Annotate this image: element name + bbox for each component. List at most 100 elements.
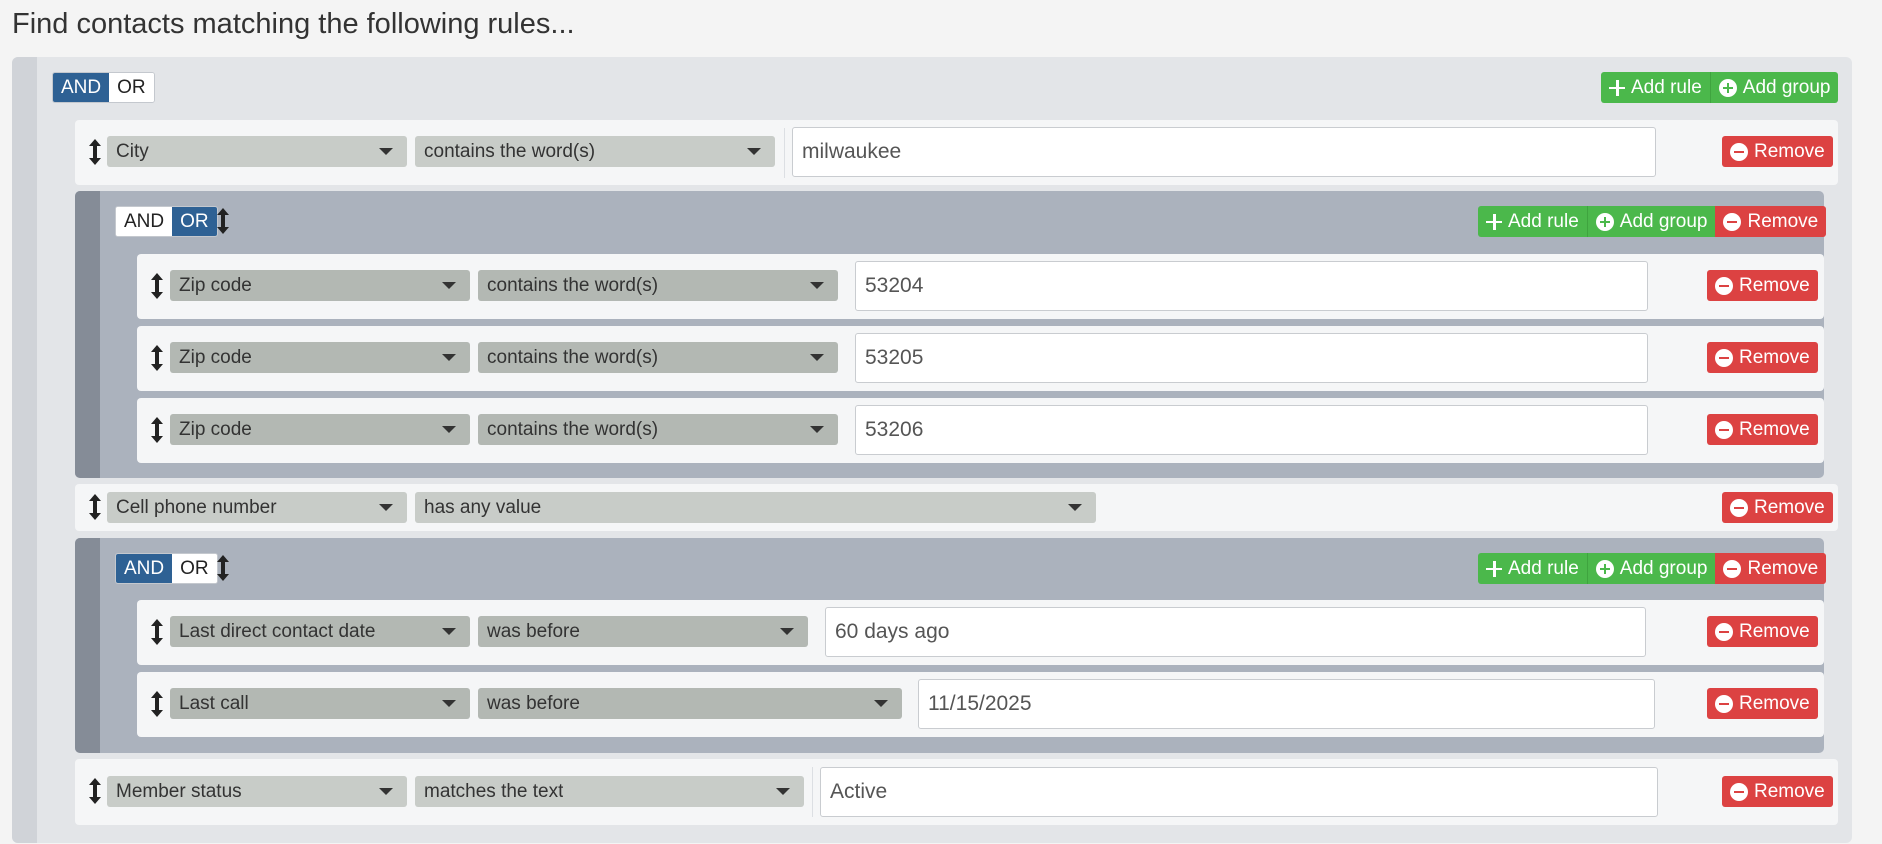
remove-button[interactable]: Remove bbox=[1722, 492, 1833, 523]
operator-select-value: matches the text bbox=[424, 780, 564, 802]
plus-icon bbox=[1609, 79, 1625, 96]
caret-down-icon bbox=[747, 148, 761, 155]
drag-handle-icon[interactable] bbox=[88, 494, 102, 520]
operator-select-value: was before bbox=[487, 692, 580, 714]
or-button[interactable]: OR bbox=[109, 73, 154, 102]
caret-down-icon bbox=[874, 700, 888, 707]
and-button[interactable]: AND bbox=[53, 73, 110, 102]
caret-down-icon bbox=[442, 426, 456, 433]
drag-handle-icon[interactable] bbox=[88, 778, 102, 804]
operator-select-value: contains the word(s) bbox=[487, 346, 659, 368]
add-group-label: Add group bbox=[1619, 557, 1708, 579]
caret-down-icon bbox=[1068, 504, 1082, 511]
value-input[interactable]: 60 days ago bbox=[825, 607, 1646, 657]
drag-handle-icon[interactable] bbox=[150, 417, 164, 443]
add-group-button[interactable]: Add group bbox=[1586, 206, 1716, 237]
operator-select-value: contains the word(s) bbox=[487, 274, 659, 296]
plus-icon bbox=[1486, 560, 1502, 577]
remove-label: Remove bbox=[1739, 274, 1810, 296]
add-rule-button[interactable]: Add rule bbox=[1478, 553, 1587, 584]
remove-group-button[interactable]: Remove bbox=[1715, 206, 1827, 237]
field-select[interactable]: Cell phone number bbox=[107, 492, 407, 523]
field-select[interactable]: City bbox=[107, 136, 407, 167]
caret-down-icon bbox=[780, 628, 794, 635]
minus-circle-icon bbox=[1730, 498, 1748, 517]
operator-select[interactable]: was before bbox=[478, 616, 808, 647]
remove-button[interactable]: Remove bbox=[1707, 270, 1818, 301]
operator-select[interactable]: contains the word(s) bbox=[478, 270, 838, 301]
remove-label: Remove bbox=[1754, 496, 1825, 518]
or-button[interactable]: OR bbox=[172, 554, 217, 583]
remove-group-button[interactable]: Remove bbox=[1715, 553, 1827, 584]
caret-down-icon bbox=[810, 354, 824, 361]
value-input[interactable]: 53206 bbox=[855, 405, 1648, 455]
caret-down-icon bbox=[776, 788, 790, 795]
remove-button[interactable]: Remove bbox=[1722, 136, 1833, 167]
field-select[interactable]: Zip code bbox=[170, 342, 470, 373]
field-select[interactable]: Last call bbox=[170, 688, 470, 719]
root-group-bar bbox=[12, 57, 37, 843]
minus-circle-icon bbox=[1715, 622, 1733, 641]
operator-select-value: contains the word(s) bbox=[487, 418, 659, 440]
minus-circle-icon bbox=[1730, 782, 1748, 801]
drag-handle-icon[interactable] bbox=[216, 555, 230, 581]
value-input[interactable]: milwaukee bbox=[792, 127, 1656, 177]
add-rule-label: Add rule bbox=[1508, 210, 1579, 232]
add-group-label: Add group bbox=[1619, 210, 1708, 232]
add-group-button[interactable]: Add group bbox=[1709, 72, 1839, 103]
drag-handle-icon[interactable] bbox=[150, 273, 164, 299]
add-group-label: Add group bbox=[1742, 76, 1831, 98]
remove-button[interactable]: Remove bbox=[1707, 414, 1818, 445]
field-select[interactable]: Member status bbox=[107, 776, 407, 807]
drag-handle-icon[interactable] bbox=[150, 345, 164, 371]
operator-select[interactable]: matches the text bbox=[415, 776, 804, 807]
or-button[interactable]: OR bbox=[172, 207, 217, 236]
group-actions: Add rule Add group Remove bbox=[1478, 206, 1827, 237]
value-input[interactable]: 11/15/2025 bbox=[918, 679, 1655, 729]
remove-button[interactable]: Remove bbox=[1707, 616, 1818, 647]
minus-circle-icon bbox=[1715, 276, 1733, 295]
divider bbox=[812, 767, 813, 817]
drag-handle-icon[interactable] bbox=[150, 691, 164, 717]
value-input[interactable]: 53205 bbox=[855, 333, 1648, 383]
and-button[interactable]: AND bbox=[116, 554, 173, 583]
caret-down-icon bbox=[442, 354, 456, 361]
drag-handle-icon[interactable] bbox=[88, 139, 102, 165]
caret-down-icon bbox=[442, 700, 456, 707]
add-rule-label: Add rule bbox=[1508, 557, 1579, 579]
add-rule-button[interactable]: Add rule bbox=[1601, 72, 1710, 103]
remove-button[interactable]: Remove bbox=[1707, 342, 1818, 373]
remove-label: Remove bbox=[1739, 620, 1810, 642]
operator-select-value: has any value bbox=[424, 496, 542, 518]
remove-button[interactable]: Remove bbox=[1707, 688, 1818, 719]
field-select[interactable]: Zip code bbox=[170, 270, 470, 301]
add-rule-button[interactable]: Add rule bbox=[1478, 206, 1587, 237]
field-select[interactable]: Last direct contact date bbox=[170, 616, 470, 647]
drag-handle-icon[interactable] bbox=[216, 208, 230, 234]
operator-select-value: contains the word(s) bbox=[424, 140, 596, 162]
remove-label: Remove bbox=[1754, 140, 1825, 162]
operator-select[interactable]: contains the word(s) bbox=[478, 414, 838, 445]
operator-select[interactable]: was before bbox=[478, 688, 902, 719]
add-group-button[interactable]: Add group bbox=[1586, 553, 1716, 584]
remove-button[interactable]: Remove bbox=[1722, 776, 1833, 807]
plus-circle-icon bbox=[1595, 212, 1614, 231]
divider bbox=[784, 128, 785, 178]
field-select[interactable]: Zip code bbox=[170, 414, 470, 445]
group-actions: Add rule Add group Remove bbox=[1478, 553, 1827, 584]
value-input[interactable]: 53204 bbox=[855, 261, 1648, 311]
operator-select-value: was before bbox=[487, 620, 580, 642]
value-input[interactable]: Active bbox=[820, 767, 1658, 817]
remove-label: Remove bbox=[1739, 418, 1810, 440]
field-select-value: City bbox=[116, 140, 149, 162]
operator-select[interactable]: contains the word(s) bbox=[415, 136, 775, 167]
minus-circle-icon bbox=[1715, 694, 1733, 713]
and-button[interactable]: AND bbox=[116, 207, 173, 236]
operator-select[interactable]: has any value bbox=[415, 492, 1096, 523]
minus-circle-icon bbox=[1730, 142, 1748, 161]
field-select-value: Zip code bbox=[179, 346, 252, 368]
caret-down-icon bbox=[442, 628, 456, 635]
remove-label: Remove bbox=[1747, 210, 1819, 232]
drag-handle-icon[interactable] bbox=[150, 619, 164, 645]
operator-select[interactable]: contains the word(s) bbox=[478, 342, 838, 373]
